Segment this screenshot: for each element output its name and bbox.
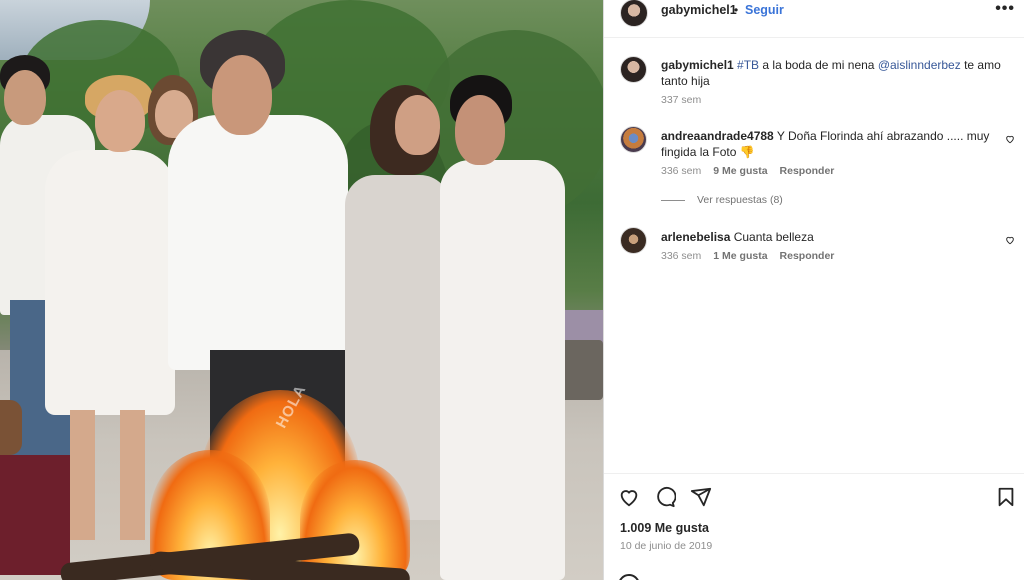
replies-line (661, 199, 685, 201)
separator-dot: • (734, 3, 739, 17)
reply-button[interactable]: Responder (780, 165, 835, 177)
comment-meta: 336 sem 9 Me gusta Responder (661, 165, 834, 177)
caption-username[interactable]: gabymichel1 (661, 58, 734, 72)
comment-username[interactable]: andreaandrade4788 (661, 129, 774, 143)
follow-button[interactable]: Seguir (745, 3, 784, 17)
post-likes-count[interactable]: 1.009 Me gusta (620, 521, 709, 535)
action-bar (618, 486, 712, 508)
post-header: gabymichel1 • Seguir ••• (604, 0, 1024, 38)
avatar[interactable] (620, 227, 647, 254)
comment-username[interactable]: arlenebelisa (661, 230, 730, 244)
comment-text: arlenebelisa Cuanta belleza (661, 229, 1001, 245)
timestamp[interactable]: 337 sem (661, 94, 701, 106)
post-date[interactable]: 10 de junio de 2019 (620, 540, 712, 552)
likes-count[interactable]: 9 Me gusta (713, 165, 767, 177)
comment-icon[interactable] (654, 486, 676, 508)
heart-icon[interactable] (1005, 134, 1015, 144)
heart-icon[interactable] (618, 486, 640, 508)
heart-icon[interactable] (1005, 235, 1015, 245)
caption-meta: 337 sem (661, 94, 701, 106)
emoji-icon[interactable] (618, 574, 640, 580)
altar-table (0, 455, 70, 575)
caption-body: a la boda de mi nena (759, 58, 878, 72)
avatar[interactable] (620, 126, 647, 153)
timestamp[interactable]: 336 sem (661, 165, 701, 177)
save-button[interactable] (995, 486, 1017, 513)
instagram-post-view: HOLA gabymichel1 • Seguir ••• gabymichel… (0, 0, 1024, 580)
avatar[interactable] (620, 0, 648, 27)
mention-link[interactable]: @aislinnderbez (878, 58, 961, 72)
avatar[interactable] (620, 56, 647, 83)
view-replies[interactable]: Ver respuestas (8) (661, 194, 783, 206)
comment-meta: 336 sem 1 Me gusta Responder (661, 250, 834, 262)
timestamp[interactable]: 336 sem (661, 250, 701, 262)
reply-button[interactable]: Responder (780, 250, 835, 262)
likes-count[interactable]: 1 Me gusta (713, 250, 767, 262)
share-icon[interactable] (690, 486, 712, 508)
post-footer: 1.009 Me gusta 10 de junio de 2019 (604, 473, 1024, 580)
bookmark-icon[interactable] (995, 486, 1017, 508)
clay-pot (0, 400, 22, 455)
comment-body: Cuanta belleza (733, 230, 814, 244)
post-sidebar: gabymichel1 • Seguir ••• gabymichel1 #TB… (603, 0, 1024, 580)
hashtag-link[interactable]: #TB (737, 58, 759, 72)
comment-text: andreaandrade4788 Y Doña Florinda ahí ab… (661, 128, 1001, 160)
caption-text: gabymichel1 #TB a la boda de mi nena @ai… (661, 57, 1001, 89)
more-options-icon[interactable]: ••• (995, 0, 1015, 18)
post-photo[interactable]: HOLA (0, 0, 603, 580)
view-replies-label[interactable]: Ver respuestas (8) (697, 194, 783, 206)
author-username[interactable]: gabymichel1 (661, 3, 737, 17)
